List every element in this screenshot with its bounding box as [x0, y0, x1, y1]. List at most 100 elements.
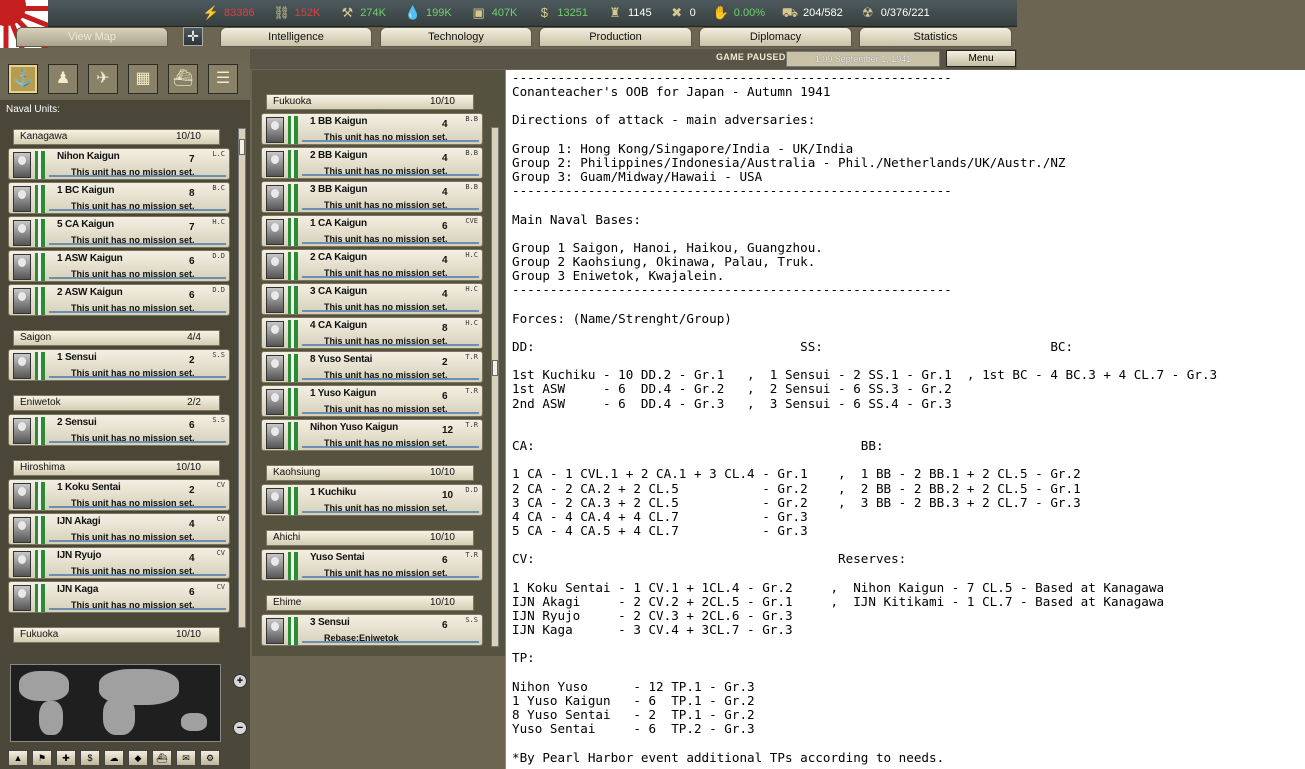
unit-flag-stripe — [288, 617, 298, 645]
convoy-icon[interactable]: ⛴ — [152, 750, 172, 766]
terrain-icon[interactable]: ▲ — [8, 750, 28, 766]
supply-icon[interactable]: ✚ — [56, 750, 76, 766]
unit-strength: 6 — [189, 290, 195, 301]
base-group-header[interactable]: Ehime 10/10 — [266, 595, 474, 611]
notepad-window[interactable]: ----------------------------------------… — [505, 70, 1305, 769]
tab-technology[interactable]: Technology — [380, 27, 532, 47]
unit-org-bar — [49, 540, 226, 542]
unit-name: 2 BB Kaigun — [310, 150, 368, 161]
naval-unit-card[interactable]: 3 Sensui 6 S.S Rebase:Eniwetok — [261, 614, 483, 646]
base-group-header[interactable]: Fukuoka 10/10 — [266, 94, 474, 110]
naval-unit-card[interactable]: Nihon Yuso Kaigun 12 T.R This unit has no m… — [261, 419, 483, 451]
zoom-in-button[interactable]: + — [233, 674, 247, 688]
unit-name: 1 Koku Sentai — [57, 482, 121, 493]
resource-transports[interactable]: ✖ 0 — [664, 0, 700, 27]
metal-icon: ⛓ — [273, 5, 290, 20]
diplomacy-icon[interactable]: ✉ — [176, 750, 196, 766]
commander-portrait — [266, 553, 284, 579]
resource-dissent[interactable]: ✋ 0.00% — [708, 0, 769, 27]
map-filter-icon[interactable]: ▦ — [128, 64, 158, 94]
naval-unit-card[interactable]: 1 Sensui 2 S.S This unit has no mission set… — [8, 349, 230, 381]
base-group-header[interactable]: Fukuoka 10/10 — [13, 627, 220, 643]
tab-intelligence[interactable]: Intelligence — [220, 27, 372, 47]
unit-org-bar — [302, 446, 479, 448]
world-minimap[interactable] — [10, 664, 221, 742]
political-icon[interactable]: ⚑ — [32, 750, 52, 766]
add-view-button[interactable]: ✛ — [183, 27, 203, 46]
base-group-header[interactable]: Ahichi 10/10 — [266, 530, 474, 546]
tab-diplomacy[interactable]: Diplomacy — [699, 27, 852, 47]
naval-unit-card[interactable]: 2 ASW Kaigun 6 D.D This unit has no mission… — [8, 284, 230, 316]
base-count: 4/4 — [187, 332, 201, 343]
tab-statistics[interactable]: Statistics — [859, 27, 1012, 47]
naval-unit-card[interactable]: IJN Ryujo 4 CV This unit has no mission set… — [8, 547, 230, 579]
money-map-icon[interactable]: $ — [80, 750, 100, 766]
resource-manpower[interactable]: ♜ 1145 — [602, 0, 656, 27]
unit-name: 1 BB Kaigun — [310, 116, 368, 127]
oil-icon: 💧 — [404, 5, 422, 20]
ship-filter-icon[interactable]: ⛴ — [168, 64, 198, 94]
naval-unit-card[interactable]: 1 BC Kaigun 8 B.C This unit has no mission … — [8, 182, 230, 214]
ship-class-icon: B.C — [212, 184, 225, 192]
naval-unit-card[interactable]: 2 CA Kaigun 4 H.C This unit has no mission … — [261, 249, 483, 281]
base-group-header[interactable]: Kanagawa 10/10 — [13, 129, 220, 145]
resource-oil[interactable]: 💧 199K — [400, 0, 456, 27]
base-name: Eniwetok — [20, 397, 61, 408]
naval-unit-card[interactable]: 1 Koku Sentai 2 CV This unit has no mission… — [8, 479, 230, 511]
naval-unit-card[interactable]: IJN Kaga 6 CV This unit has no mission set. — [8, 581, 230, 613]
unit-flag-stripe — [35, 185, 45, 213]
resource-supplies[interactable]: ▣ 407K — [466, 0, 522, 27]
naval-unit-card[interactable]: 3 BB Kaigun 4 B.B This unit has no mission … — [261, 181, 483, 213]
naval-unit-card[interactable]: Nihon Kaigun 7 L.C This unit has no mission… — [8, 148, 230, 180]
resource-value: 0.00% — [733, 7, 765, 19]
naval-filter-icon[interactable]: ⚓ — [8, 64, 38, 94]
resource-nukes[interactable]: ☢ 0/376/221 — [855, 0, 934, 27]
resource-convoys[interactable]: ⛟ 204/582 — [777, 0, 847, 27]
base-group-header[interactable]: Hiroshima 10/10 — [13, 460, 220, 476]
resource-metal[interactable]: ⛓ 152K — [269, 0, 325, 27]
air-filter-icon[interactable]: ✈ — [88, 64, 118, 94]
group-filter-icon[interactable]: ☰ — [208, 64, 238, 94]
commander-portrait — [266, 321, 284, 347]
base-group-header[interactable]: Kaohsiung 10/10 — [266, 465, 474, 481]
notepad-text[interactable]: ----------------------------------------… — [512, 70, 1217, 765]
naval-unit-card[interactable]: 8 Yuso Sentai 2 T.R This unit has no missio… — [261, 351, 483, 383]
unit-strength: 4 — [442, 255, 448, 266]
naval-unit-card[interactable]: 2 BB Kaigun 4 B.B This unit has no mission … — [261, 147, 483, 179]
resource-icon[interactable]: ◆ — [128, 750, 148, 766]
resource-energy[interactable]: ⚡ 83386 — [198, 0, 259, 27]
unit-org-bar — [49, 506, 226, 508]
naval-unit-card[interactable]: 1 CA Kaigun 6 CVE This unit has no mission … — [261, 215, 483, 247]
left-scrollbar[interactable] — [238, 128, 246, 628]
resource-value: 83386 — [224, 7, 255, 19]
resource-rare-materials[interactable]: ⚒ 274K — [334, 0, 390, 27]
naval-unit-card[interactable]: 4 CA Kaigun 8 H.C This unit has no mission … — [261, 317, 483, 349]
naval-unit-card[interactable]: 1 Kuchiku 10 D.D This unit has no mission s… — [261, 484, 483, 516]
zoom-out-button[interactable]: − — [233, 721, 247, 735]
unit-org-bar — [49, 608, 226, 610]
tab-production[interactable]: Production — [539, 27, 692, 47]
game-window: { "resources": [ {"icon": "energy-icon",… — [0, 0, 1305, 769]
naval-unit-card[interactable]: 1 Yuso Kaigun 6 T.R This unit has no missio… — [261, 385, 483, 417]
naval-unit-card[interactable]: 1 BB Kaigun 4 B.B This unit has no mission … — [261, 113, 483, 145]
naval-unit-card[interactable]: IJN Akagi 4 CV This unit has no mission set… — [8, 513, 230, 545]
base-group-header[interactable]: Saigon 4/4 — [13, 330, 220, 346]
unit-name: 2 CA Kaigun — [310, 252, 367, 263]
right-scrollbar[interactable] — [491, 127, 499, 647]
resource-money[interactable]: $13251 — [531, 0, 592, 27]
weather-icon[interactable]: ☁ — [104, 750, 124, 766]
naval-unit-card[interactable]: 5 CA Kaigun 7 H.C This unit has no mission … — [8, 216, 230, 248]
commander-portrait — [13, 152, 31, 178]
naval-unit-card[interactable]: 2 Sensui 6 S.S This unit has no mission set… — [8, 414, 230, 446]
naval-unit-card[interactable]: 3 CA Kaigun 4 H.C This unit has no mission … — [261, 283, 483, 315]
naval-unit-card[interactable]: Yuso Sentai 6 T.R This unit has no mission … — [261, 549, 483, 581]
naval-unit-card[interactable]: 1 ASW Kaigun 6 D.D This unit has no mission… — [8, 250, 230, 282]
base-group-header[interactable]: Eniwetok 2/2 — [13, 395, 220, 411]
commander-portrait — [266, 253, 284, 279]
commander-portrait — [13, 483, 31, 509]
menu-button[interactable]: Menu — [946, 50, 1016, 67]
settings-icon[interactable]: ⚙ — [200, 750, 220, 766]
army-filter-icon[interactable]: ♟ — [48, 64, 78, 94]
unit-name: 2 ASW Kaigun — [57, 287, 123, 298]
tab-view-map[interactable]: View Map — [16, 27, 168, 47]
